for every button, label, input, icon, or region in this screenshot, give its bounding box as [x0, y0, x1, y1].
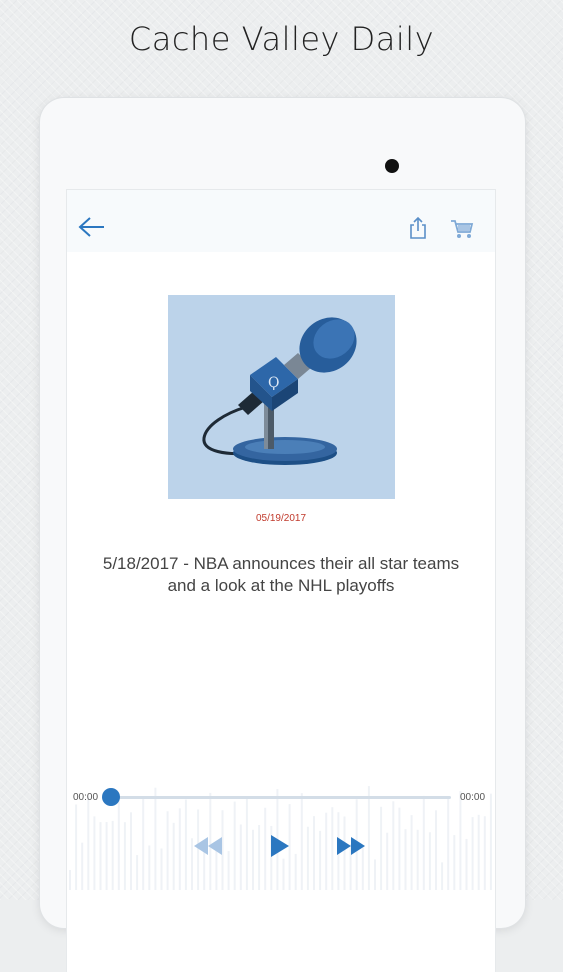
- waveform-bar: [184, 799, 187, 890]
- waveform-bar: [459, 791, 462, 890]
- fast-forward-button[interactable]: [335, 835, 367, 857]
- waveform-bar: [93, 816, 96, 890]
- waveform-background: [69, 786, 492, 890]
- tablet-frame: Ϙ 05/19/2017 5/18/2017 - NBA announces t…: [40, 98, 525, 972]
- waveform-bar: [99, 822, 102, 890]
- waveform-bar: [294, 853, 297, 890]
- waveform-bar: [264, 807, 267, 890]
- waveform-bar: [123, 822, 126, 890]
- app-screen: Ϙ 05/19/2017 5/18/2017 - NBA announces t…: [67, 190, 495, 972]
- rewind-icon: [194, 837, 222, 855]
- waveform-bar: [245, 796, 248, 890]
- waveform-bar: [441, 862, 444, 890]
- waveform-bar: [386, 832, 389, 890]
- waveform-bar: [239, 824, 242, 890]
- svg-text:Ϙ: Ϙ: [268, 375, 279, 391]
- waveform-bar: [75, 804, 78, 890]
- waveform-bar: [331, 807, 334, 890]
- waveform-bar: [398, 807, 401, 890]
- waveform-bar: [172, 822, 175, 890]
- waveform-bar: [154, 787, 157, 890]
- arrow-left-icon: [78, 217, 104, 237]
- waveform-bar: [148, 845, 151, 890]
- waveform-bar: [435, 810, 437, 890]
- waveform-bar: [142, 798, 145, 890]
- back-button[interactable]: [78, 216, 106, 238]
- waveform-bar: [87, 796, 90, 890]
- waveform-bar: [428, 832, 431, 890]
- waveform-bar: [160, 848, 163, 890]
- episode-title: 5/18/2017 - NBA announces their all star…: [102, 554, 460, 595]
- waveform-bar: [380, 806, 383, 890]
- share-button[interactable]: [407, 216, 429, 240]
- waveform-bar: [130, 812, 132, 890]
- play-icon: [271, 835, 289, 857]
- waveform-bar: [111, 820, 114, 890]
- waveform-bar: [300, 793, 303, 890]
- waveform-bar: [227, 851, 230, 890]
- waveform-bar: [483, 816, 486, 890]
- waveform-bar: [306, 826, 309, 890]
- waveform-bar: [477, 814, 480, 890]
- waveform-bar: [325, 812, 328, 890]
- cart-icon: [451, 220, 474, 238]
- rewind-button[interactable]: [192, 835, 224, 857]
- waveform-bar: [81, 842, 84, 890]
- waveform-bar: [489, 793, 492, 890]
- promo-title: Cache Valley Daily: [128, 20, 435, 58]
- waveform-bar: [117, 800, 120, 890]
- waveform-bar: [252, 829, 254, 890]
- waveform-bar: [166, 811, 169, 890]
- waveform-bar: [313, 816, 315, 890]
- waveform-bar: [416, 829, 419, 890]
- seek-bar[interactable]: [111, 796, 451, 799]
- waveform-bar: [392, 801, 395, 890]
- fast-forward-icon: [337, 837, 365, 855]
- waveform-bar: [471, 817, 474, 890]
- microphone-icon: Ϙ: [202, 317, 357, 465]
- waveform-bar: [374, 859, 376, 890]
- waveform-bar: [367, 786, 370, 890]
- episode-artwork: Ϙ: [168, 295, 395, 499]
- episode-date: 05/19/2017: [255, 513, 307, 524]
- waveform-bar: [105, 822, 108, 890]
- waveform-bar: [233, 801, 236, 890]
- app-bar: [67, 190, 495, 252]
- waveform-bar: [136, 855, 139, 890]
- waveform-bar: [422, 795, 425, 890]
- cart-button[interactable]: [450, 218, 474, 240]
- waveform-bar: [447, 798, 450, 890]
- play-button[interactable]: [269, 833, 291, 859]
- tablet-camera: [385, 159, 399, 173]
- waveform-bar: [465, 838, 468, 890]
- waveform-bar: [319, 830, 322, 890]
- waveform-bar: [258, 825, 261, 890]
- waveform-bar: [404, 829, 407, 890]
- seek-thumb[interactable]: [102, 788, 120, 806]
- waveform-bar: [178, 808, 181, 890]
- waveform-bar: [69, 870, 71, 890]
- waveform-bar: [410, 815, 413, 890]
- waveform-bar: [282, 858, 285, 890]
- duration-time: 00:00: [460, 792, 486, 803]
- waveform-bar: [453, 835, 456, 890]
- elapsed-time: 00:00: [73, 792, 99, 803]
- share-icon: [410, 216, 426, 239]
